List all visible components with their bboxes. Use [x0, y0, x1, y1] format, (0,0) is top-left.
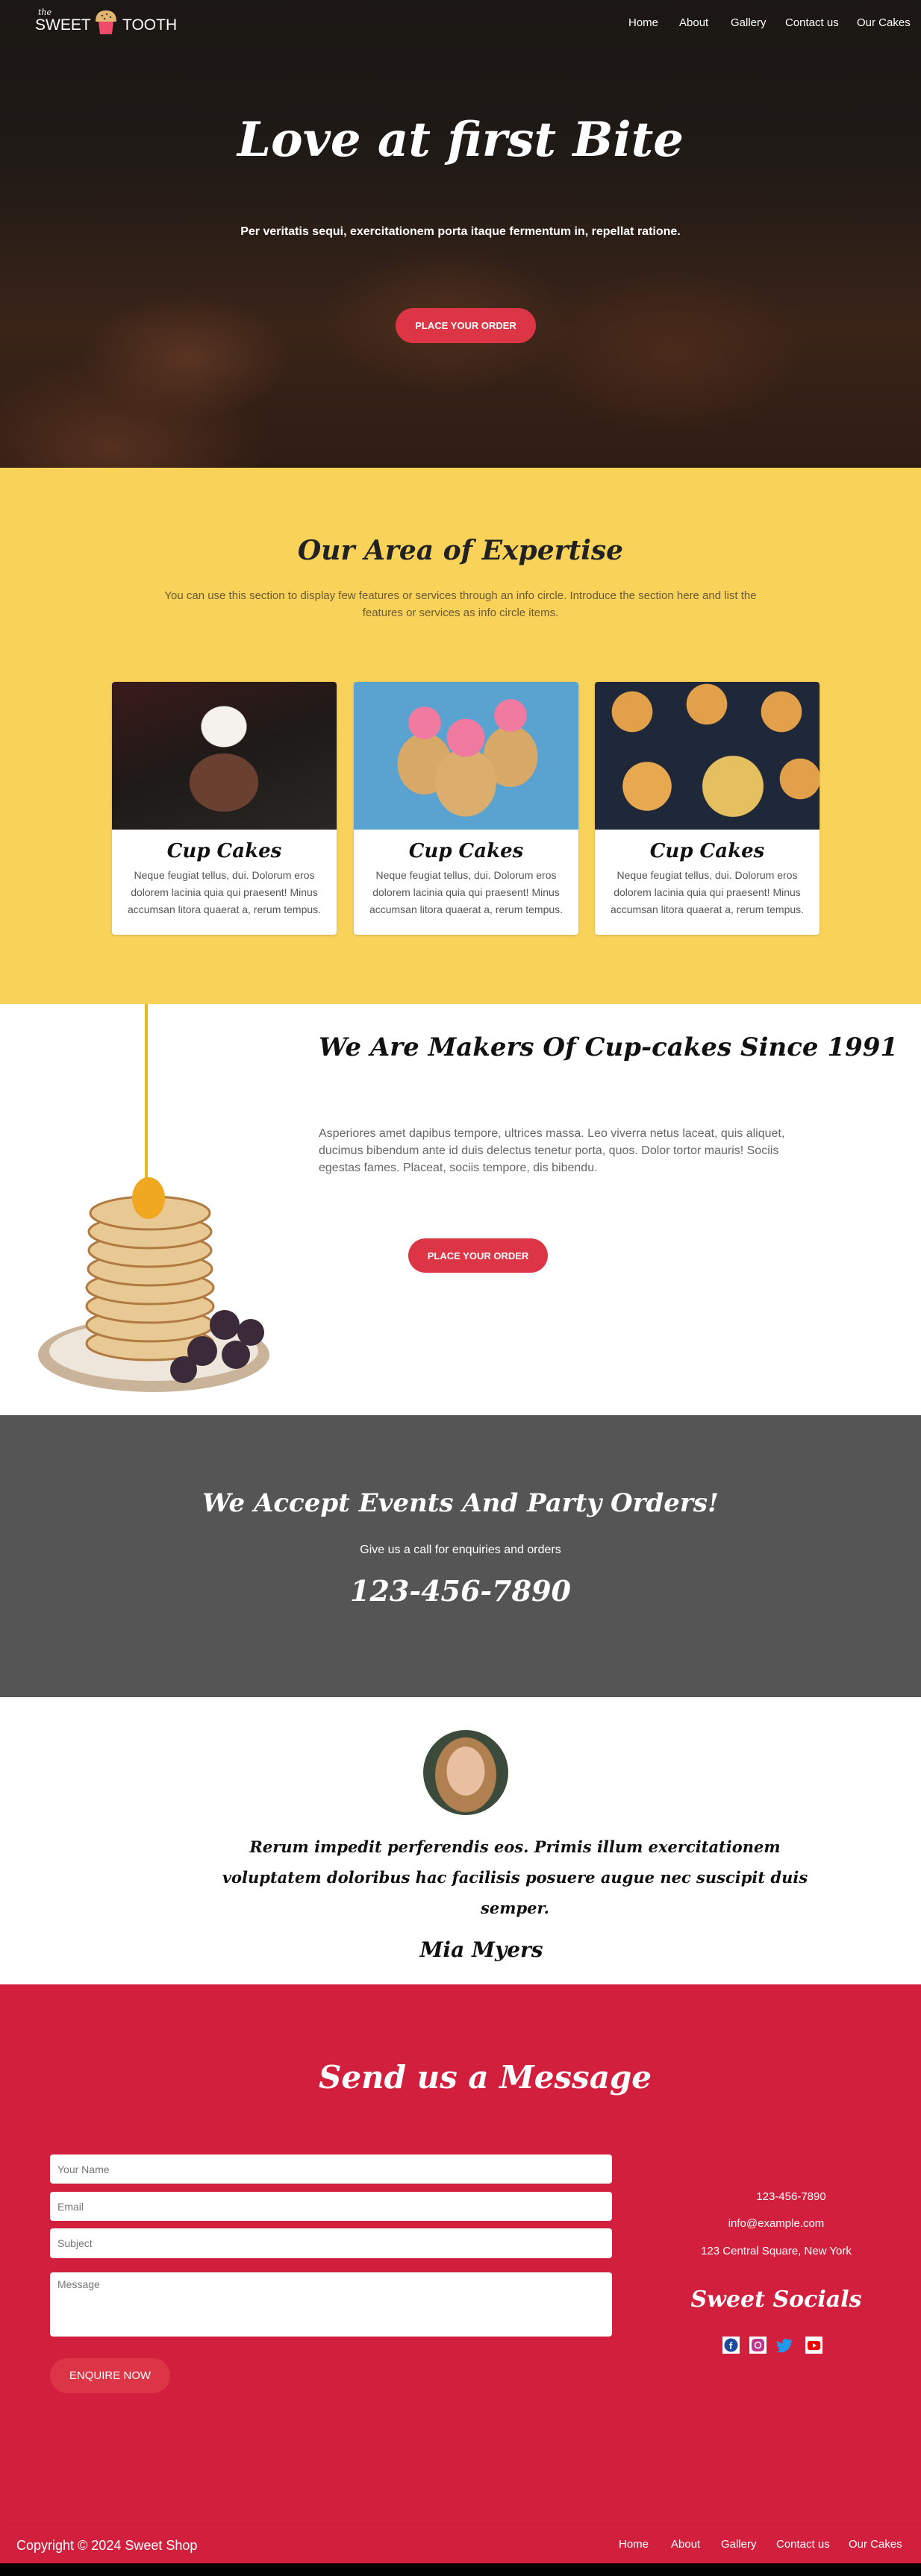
message-textarea[interactable]: [50, 2272, 612, 2337]
contact-phone: 123-456-7890: [756, 2190, 826, 2203]
pancakes-image: [38, 1004, 270, 1411]
cupcake-icon: [93, 9, 119, 36]
nav-contact[interactable]: Contact us: [785, 16, 839, 29]
svg-text:f: f: [729, 2340, 733, 2351]
events-title: We Accept Events And Party Orders!: [202, 1488, 719, 1518]
footer-nav-gallery[interactable]: Gallery: [721, 2538, 757, 2551]
makers-title: We Are Makers Of Cup-cakes Since 1991: [319, 1032, 899, 1062]
avatar: [423, 1730, 508, 1815]
card-title: Cup Cakes: [166, 840, 282, 862]
events-section: We Accept Events And Party Orders! Give …: [0, 1415, 921, 1697]
youtube-icon[interactable]: [805, 2337, 822, 2354]
instagram-icon[interactable]: [749, 2337, 767, 2354]
events-subtitle: Give us a call for enquiries and orders: [360, 1544, 561, 1556]
expertise-description: You can use this section to display few …: [164, 589, 757, 619]
contact-email[interactable]: info@example.com: [657, 2217, 896, 2230]
contact-section: Send us a Message ENQUIRE NOW 123-456-78…: [0, 1984, 921, 2563]
events-phone[interactable]: 123-456-7890: [0, 1574, 921, 1608]
service-card: Cup Cakes Neque feugiat tellus, dui. Dol…: [354, 682, 578, 935]
service-card: Cup Cakes Neque feugiat tellus, dui. Dol…: [112, 682, 337, 935]
nav-about[interactable]: About: [679, 16, 708, 29]
expertise-section: Our Area of Expertise You can use this s…: [0, 468, 921, 1004]
card-text: Neque feugiat tellus, dui. Dolorum eros …: [369, 869, 563, 915]
twitter-icon[interactable]: [776, 2337, 793, 2354]
card-text: Neque feugiat tellus, dui. Dolorum eros …: [127, 869, 322, 915]
card-text: Neque feugiat tellus, dui. Dolorum eros …: [610, 869, 805, 915]
contact-address: 123 Central Square, New York: [701, 2245, 852, 2257]
nav-gallery[interactable]: Gallery: [731, 16, 767, 29]
footer-copyright: Copyright © 2024 Sweet Shop: [16, 2538, 198, 2553]
testimonial-author: Mia Myers: [419, 1937, 543, 1962]
card-title: Cup Cakes: [649, 840, 765, 862]
email-input[interactable]: [50, 2192, 612, 2221]
nav-our-cakes[interactable]: Our Cakes: [857, 16, 911, 29]
expertise-title: Our Area of Expertise: [297, 535, 624, 566]
facebook-icon[interactable]: f: [722, 2337, 740, 2354]
pink-cupcakes-image: [354, 682, 578, 830]
footer-nav-contact[interactable]: Contact us: [776, 2538, 830, 2551]
footer-nav-our-cakes[interactable]: Our Cakes: [849, 2538, 902, 2551]
contact-title: Send us a Message: [318, 2059, 652, 2096]
footer-nav-about[interactable]: About: [671, 2538, 700, 2551]
logo-right-text: TOOTH: [122, 16, 178, 34]
logo[interactable]: the SWEET TOOTH: [35, 7, 184, 37]
card-title: Cup Cakes: [408, 840, 524, 862]
enquire-now-button[interactable]: ENQUIRE NOW: [50, 2358, 170, 2393]
hero-section: the SWEET TOOTH Home About Gallery Conta…: [0, 0, 921, 468]
nav-home[interactable]: Home: [628, 16, 658, 29]
name-input[interactable]: [50, 2154, 612, 2184]
subject-input[interactable]: [50, 2228, 612, 2258]
hero-subtitle: Per veritatis sequi, exercitationem port…: [240, 225, 681, 238]
testimonial-quote: Rerum impedit perferendis eos. Primis il…: [222, 1837, 808, 1917]
makers-text: Asperiores amet dapibus tempore, ultrice…: [319, 1127, 785, 1174]
footer-nav-home[interactable]: Home: [619, 2538, 649, 2551]
service-card: Cup Cakes Neque feugiat tellus, dui. Dol…: [595, 682, 819, 935]
testimonial-section: Rerum impedit perferendis eos. Primis il…: [0, 1697, 921, 1984]
place-order-button[interactable]: PLACE YOUR ORDER: [396, 308, 536, 343]
makers-section: We Are Makers Of Cup-cakes Since 1991 As…: [0, 1004, 921, 1415]
hero-title: Love at first Bite: [237, 112, 684, 168]
logo-left-text: SWEET: [35, 16, 91, 34]
chocolate-mousse-image: [112, 682, 337, 830]
blueberry-muffins-image: [595, 682, 819, 830]
socials-title: Sweet Socials: [690, 2287, 862, 2313]
place-order-button-2[interactable]: PLACE YOUR ORDER: [408, 1238, 548, 1273]
